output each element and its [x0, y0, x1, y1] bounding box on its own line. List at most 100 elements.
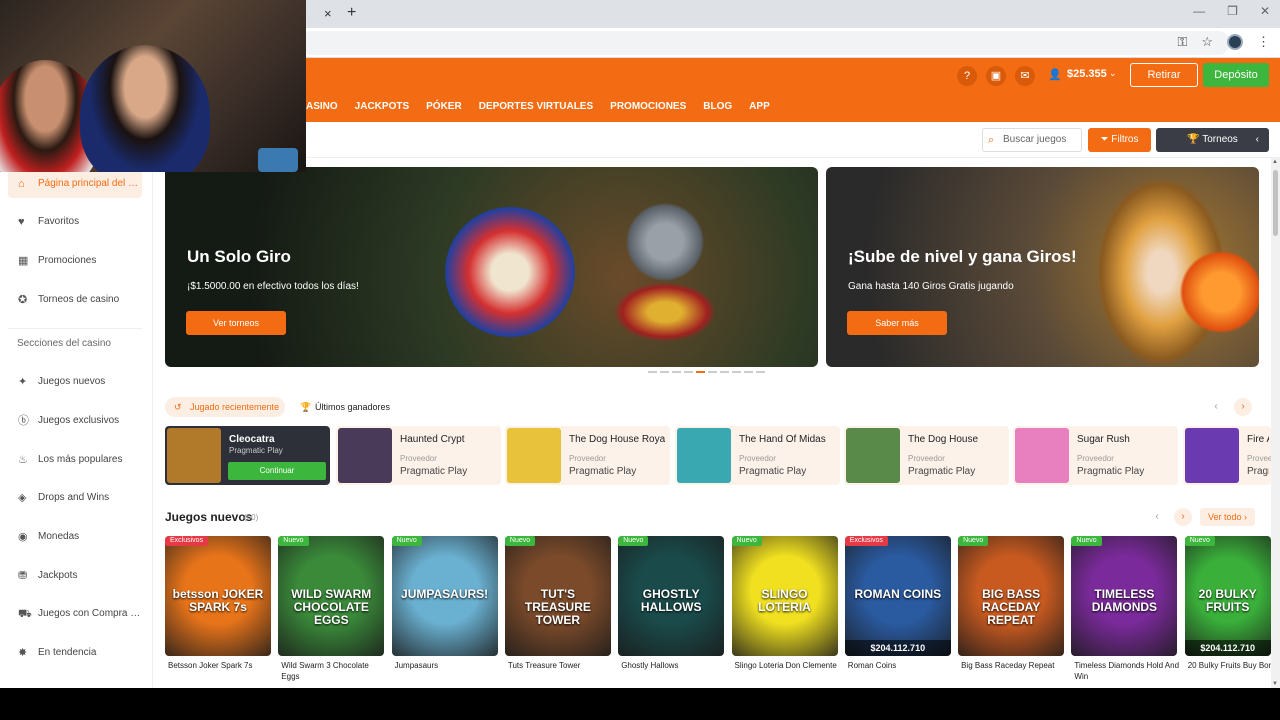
new-tab-icon[interactable]: +: [347, 4, 356, 22]
star-icon[interactable]: ☆: [1201, 34, 1213, 50]
carousel-dot[interactable]: [660, 371, 669, 373]
search-input[interactable]: ⌕ Buscar juegos: [982, 128, 1082, 152]
withdraw-button[interactable]: Retirar: [1130, 63, 1198, 87]
game-thumbnail[interactable]: [338, 428, 392, 483]
new-games-prev-arrow[interactable]: ‹: [1148, 508, 1166, 526]
recent-game-card[interactable]: Sugar Rush Proveedor Pragmatic Play: [1013, 426, 1178, 485]
recent-game-card[interactable]: The Dog House Royal Hunt Proveedor Pragmat…: [505, 426, 670, 485]
recent-game-card[interactable]: Haunted Crypt Proveedor Pragmatic Play: [336, 426, 501, 485]
game-name[interactable]: Wild Swarm 3 Chocolate Eggs: [281, 660, 387, 682]
continue-button[interactable]: Continuar: [228, 462, 326, 480]
restore-icon[interactable]: ❐: [1227, 4, 1238, 18]
game-name[interactable]: Betsson Joker Spark 7s: [168, 660, 274, 671]
promo-banner-tournament[interactable]: Un Solo Giro ¡$1.5000.00 en efectivo tod…: [165, 167, 818, 367]
recent-game-card[interactable]: The Dog House Proveedor Pragmatic Play: [844, 426, 1009, 485]
sidebar-item-trending[interactable]: ✸ En tendencia: [8, 639, 142, 667]
carousel-dot[interactable]: [672, 371, 681, 373]
url-field[interactable]: [300, 31, 1230, 55]
game-name[interactable]: Jumpasaurs: [395, 660, 501, 671]
game-tile[interactable]: Exclusivos betsson JOKER SPARK 7s: [165, 536, 271, 656]
help-icon[interactable]: ?: [957, 66, 977, 86]
sidebar-item-coins[interactable]: ◉ Monedas: [8, 523, 142, 551]
tournaments-button[interactable]: 🏆 Torneos ‹: [1156, 128, 1269, 152]
carousel-dot[interactable]: [756, 371, 765, 373]
gift-box-icon[interactable]: ▣: [986, 66, 1006, 86]
sidebar-item-drops-wins[interactable]: ◈ Drops and Wins: [8, 484, 142, 512]
sidebar-item-favorites[interactable]: ♥ Favoritos: [8, 208, 142, 236]
sidebar-item-popular[interactable]: ♨ Los más populares: [8, 446, 142, 474]
game-name[interactable]: Timeless Diamonds Hold And Win: [1074, 660, 1180, 682]
game-thumbnail[interactable]: [846, 428, 900, 483]
sidebar-item-promotions[interactable]: ▦ Promociones: [8, 247, 142, 275]
learn-more-button[interactable]: Saber más: [847, 311, 947, 335]
game-tile[interactable]: Nuevo BIG BASS RACEDAY REPEAT: [958, 536, 1065, 656]
view-tournaments-button[interactable]: Ver torneos: [186, 311, 286, 335]
game-tile[interactable]: Nuevo GHOSTLY HALLOWS: [618, 536, 725, 656]
sidebar-item-bonus-buy[interactable]: ⛟ Juegos con Compra de Bono: [8, 600, 142, 628]
game-tile[interactable]: Nuevo WILD SWARM CHOCOLATE EGGS: [278, 536, 385, 656]
carousel-dot-active[interactable]: [696, 371, 705, 373]
mail-icon[interactable]: ✉: [1015, 66, 1035, 86]
scroll-up-icon[interactable]: ▲: [1272, 159, 1278, 165]
nav-app[interactable]: APP: [749, 101, 770, 112]
recent-prev-arrow[interactable]: ‹: [1207, 398, 1225, 416]
profile-avatar-icon[interactable]: [1227, 34, 1243, 50]
page-scrollbar[interactable]: ▲ ▼: [1271, 158, 1280, 688]
chevron-down-icon[interactable]: ⌄: [1109, 68, 1117, 79]
game-thumbnail[interactable]: [1185, 428, 1239, 483]
game-tile[interactable]: Exclusivos ROMAN COINS $204.112.710: [844, 536, 951, 656]
game-name[interactable]: Slingo Loteria Don Clemente: [735, 660, 841, 671]
game-name[interactable]: Roman Coins: [848, 660, 954, 671]
carousel-dot[interactable]: [732, 371, 741, 373]
game-thumbnail[interactable]: [1015, 428, 1069, 483]
game-thumbnail[interactable]: [677, 428, 731, 483]
recent-next-arrow[interactable]: ›: [1234, 398, 1252, 416]
game-thumbnail[interactable]: [507, 428, 561, 483]
new-games-next-arrow[interactable]: ›: [1174, 508, 1192, 526]
sidebar-item-home[interactable]: ⌂ Página principal del casino: [8, 170, 142, 198]
promo-banner-levelup[interactable]: ¡Sube de nivel y gana Giros! Gana hasta …: [826, 167, 1259, 367]
tab-recently-played[interactable]: ↺ Jugado recientemente: [165, 397, 285, 417]
game-thumbnail[interactable]: [167, 428, 221, 483]
nav-promotions[interactable]: PROMOCIONES: [610, 101, 686, 112]
scroll-down-icon[interactable]: ▼: [1272, 681, 1278, 687]
sidebar-item-new-games[interactable]: ✦ Juegos nuevos: [8, 368, 142, 396]
game-tile[interactable]: Nuevo TIMELESS DIAMONDS: [1071, 536, 1178, 656]
recent-game-card[interactable]: The Hand Of Midas Proveedor Pragmatic Play: [675, 426, 840, 485]
game-tile[interactable]: Nuevo JUMPASAURS!: [391, 536, 498, 656]
filters-button[interactable]: ⏷ Filtros: [1088, 128, 1151, 152]
nav-jackpots[interactable]: JACKPOTS: [355, 101, 409, 112]
view-all-button[interactable]: Ver todo ›: [1200, 508, 1255, 526]
sidebar-item-jackpots[interactable]: ⛃ Jackpots: [8, 562, 142, 590]
game-name[interactable]: Ghostly Hallows: [621, 660, 727, 671]
game-name[interactable]: 20 Bulky Fruits Buy Bonus: [1188, 660, 1271, 671]
sidebar-item-tournaments[interactable]: ✪ Torneos de casino: [8, 286, 142, 314]
carousel-dot[interactable]: [708, 371, 717, 373]
nav-casino[interactable]: ASINO: [306, 101, 338, 112]
nav-blog[interactable]: BLOG: [703, 101, 732, 112]
sidebar-item-exclusive[interactable]: ⓑ Juegos exclusivos: [8, 407, 142, 435]
game-name[interactable]: Tuts Treasure Tower: [508, 660, 614, 671]
recent-game-card[interactable]: Cleocatra Pragmatic Play Continuar: [165, 426, 330, 485]
minimize-icon[interactable]: —: [1193, 4, 1205, 18]
carousel-dot[interactable]: [720, 371, 729, 373]
tab-latest-winners[interactable]: 🏆 Últimos ganadores: [300, 397, 390, 417]
carousel-dot[interactable]: [684, 371, 693, 373]
close-tab-icon[interactable]: ×: [324, 6, 332, 21]
menu-dots-icon[interactable]: ⋮: [1257, 34, 1270, 50]
scrollbar-thumb[interactable]: [1273, 170, 1278, 236]
carousel-dot[interactable]: [744, 371, 753, 373]
nav-virtual-sports[interactable]: DEPORTES VIRTUALES: [479, 101, 593, 112]
nav-poker[interactable]: PÓKER: [426, 101, 462, 112]
balance-display[interactable]: $25.355: [1067, 68, 1107, 80]
game-tile[interactable]: Nuevo 20 BULKY FRUITS $204.112.710: [1184, 536, 1271, 656]
recent-game-card[interactable]: Fire ArcherProveedorPragmatic Play: [1183, 426, 1280, 485]
close-window-icon[interactable]: ✕: [1260, 4, 1270, 18]
carousel-dot[interactable]: [648, 371, 657, 373]
game-tile[interactable]: Nuevo SLINGO LOTERIA: [731, 536, 838, 656]
chevron-left-icon[interactable]: ‹: [1256, 128, 1259, 152]
deposit-button[interactable]: Depósito: [1203, 63, 1269, 87]
game-tile[interactable]: Nuevo TUT'S TREASURE TOWER: [504, 536, 611, 656]
game-name[interactable]: Big Bass Raceday Repeat: [961, 660, 1067, 671]
key-icon[interactable]: ⚿: [1177, 34, 1187, 50]
